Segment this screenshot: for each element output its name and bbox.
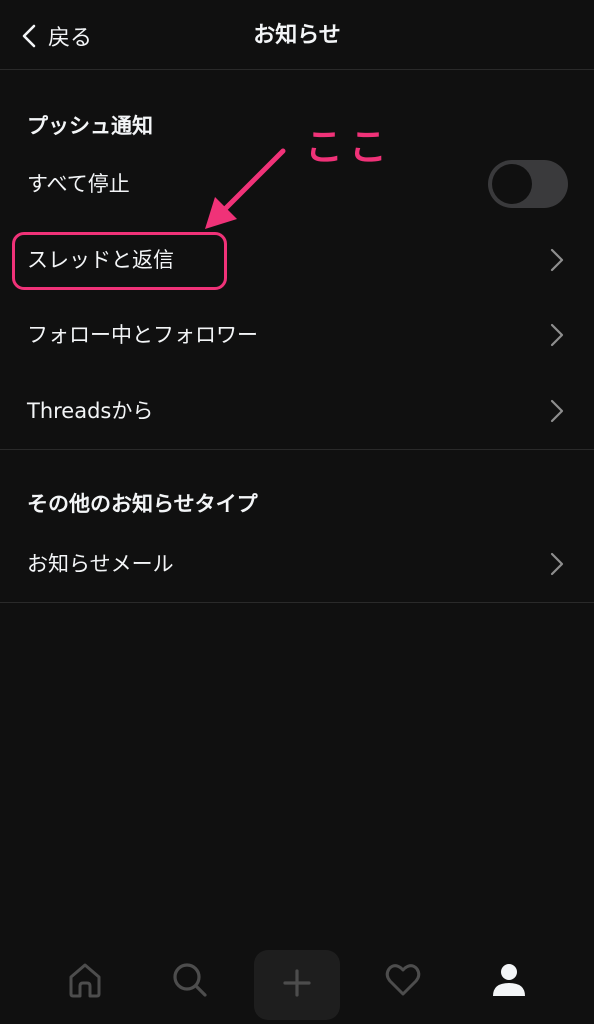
- tab-create[interactable]: [254, 950, 340, 1020]
- toggle-knob: [492, 164, 532, 204]
- pause-all-label: すべて停止: [27, 172, 130, 196]
- search-icon: [170, 960, 210, 1004]
- tab-search[interactable]: [160, 952, 220, 1012]
- tab-activity[interactable]: [373, 952, 433, 1012]
- header-bar: 戻る お知らせ: [0, 0, 594, 70]
- profile-icon: [489, 960, 529, 1004]
- home-icon: [65, 960, 105, 1004]
- chevron-right-icon: [550, 552, 564, 576]
- row-threads-replies[interactable]: スレッドと返信: [0, 230, 594, 290]
- heart-icon: [383, 960, 423, 1004]
- tab-home[interactable]: [55, 952, 115, 1012]
- tab-bar: [0, 940, 594, 1024]
- row-label: お知らせメール: [27, 552, 174, 576]
- row-label: スレッドと返信: [27, 248, 174, 272]
- page-title: お知らせ: [253, 23, 341, 48]
- plus-icon: [280, 966, 314, 1004]
- annotation-label: ここ: [305, 125, 394, 169]
- section-heading-other: その他のお知らせタイプ: [27, 492, 258, 516]
- row-following-followers[interactable]: フォロー中とフォロワー: [0, 305, 594, 365]
- row-from-threads[interactable]: Threadsから: [0, 381, 594, 441]
- row-label: Threadsから: [27, 399, 154, 423]
- chevron-right-icon: [550, 248, 564, 272]
- annotation-arrow-icon: [205, 148, 286, 229]
- row-email-notifications[interactable]: お知らせメール: [0, 534, 594, 594]
- section-divider: [0, 449, 594, 450]
- section-divider: [0, 602, 594, 603]
- chevron-right-icon: [550, 399, 564, 423]
- row-label: フォロー中とフォロワー: [27, 323, 258, 347]
- tab-profile[interactable]: [479, 952, 539, 1012]
- chevron-right-icon: [550, 323, 564, 347]
- pause-all-toggle[interactable]: [488, 160, 568, 208]
- section-heading-push: プッシュ通知: [27, 114, 153, 138]
